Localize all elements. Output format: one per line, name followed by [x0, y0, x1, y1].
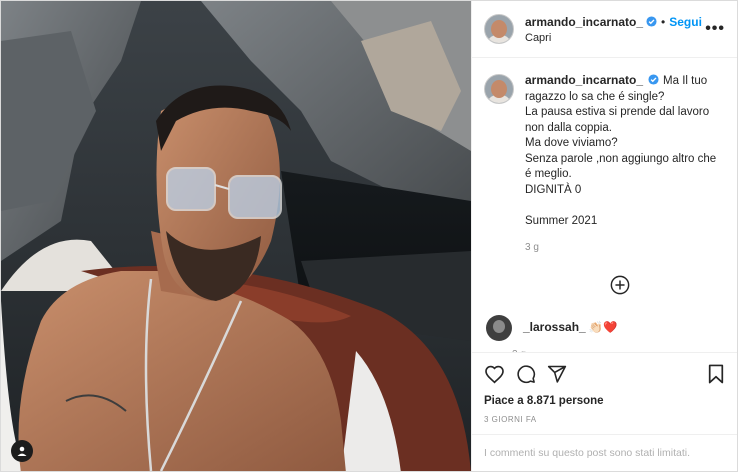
post-location[interactable]: Capri — [525, 32, 702, 44]
comment-body: _larossah_ 👏🏻❤️ — [523, 320, 618, 334]
heart-icon — [485, 365, 504, 384]
comment-content: _larossah_ 👏🏻❤️ 2 g — [512, 315, 618, 353]
caption-avatar[interactable] — [484, 74, 514, 104]
author-avatar[interactable] — [484, 14, 514, 44]
comment-button[interactable] — [516, 364, 536, 384]
post-photo[interactable] — [1, 1, 471, 471]
author-username[interactable]: armando_incarnato_ — [525, 15, 643, 29]
post-panel: armando_incarnato_ • Segui Capri ••• arm… — [471, 1, 737, 471]
comment-item: _larossah_ 👏🏻❤️ 2 g — [484, 314, 725, 353]
share-icon — [547, 365, 567, 383]
caption-text: armando_incarnato_ Ma Il tuo ragazzo lo s… — [525, 73, 725, 229]
instagram-post: armando_incarnato_ • Segui Capri ••• arm… — [0, 0, 738, 472]
like-button[interactable] — [484, 364, 505, 384]
user-tag-button[interactable] — [11, 440, 33, 462]
comment-text: 👏🏻❤️ — [588, 321, 618, 334]
caption-username[interactable]: armando_incarnato_ — [525, 73, 643, 87]
author-info: armando_incarnato_ • Segui Capri — [525, 15, 702, 44]
caption-line: Senza parole ,non aggiungo altro che é m… — [525, 152, 717, 181]
post-date[interactable]: 3 GIORNI FA — [484, 415, 725, 434]
caption: armando_incarnato_ Ma Il tuo ragazzo lo s… — [484, 73, 725, 256]
caption-line: Summer 2021 — [525, 214, 598, 227]
comment-icon — [517, 365, 536, 384]
user-tag-icon — [17, 446, 27, 456]
caption-line: La pausa estiva si prende dal lavoro non… — [525, 106, 710, 134]
follow-button[interactable]: Segui — [669, 15, 702, 29]
post-actions: Piace a 8.871 persone 3 GIORNI FA — [472, 352, 737, 434]
caption-age: 3 g — [525, 242, 539, 253]
caption-line: Ma dove viviamo? — [525, 137, 618, 149]
load-more-comments-button[interactable] — [484, 275, 725, 295]
caption-line — [525, 198, 725, 214]
share-button[interactable] — [547, 364, 567, 384]
commenter-avatar[interactable] — [486, 314, 512, 341]
post-header: armando_incarnato_ • Segui Capri ••• — [472, 1, 737, 58]
save-button[interactable] — [707, 364, 725, 384]
likes-count[interactable]: Piace a 8.871 persone — [484, 395, 725, 407]
action-bar — [484, 361, 725, 387]
more-options-button[interactable]: ••• — [705, 20, 725, 38]
add-circle-icon — [610, 275, 629, 294]
comments-limited-notice: I commenti su questo post sono stati lim… — [472, 434, 737, 471]
verified-icon — [646, 16, 657, 27]
author-row: armando_incarnato_ • Segui — [525, 15, 702, 29]
caption-line: DIGNITÀ 0 — [525, 183, 582, 196]
post-image — [1, 1, 471, 471]
header-separator: • — [661, 14, 666, 29]
commenter-username[interactable]: _larossah_ — [523, 320, 586, 334]
caption-body: armando_incarnato_ Ma Il tuo ragazzo lo s… — [525, 73, 725, 256]
verified-icon — [648, 74, 659, 85]
bookmark-icon — [708, 364, 724, 384]
comments-area: armando_incarnato_ Ma Il tuo ragazzo lo s… — [472, 58, 737, 352]
